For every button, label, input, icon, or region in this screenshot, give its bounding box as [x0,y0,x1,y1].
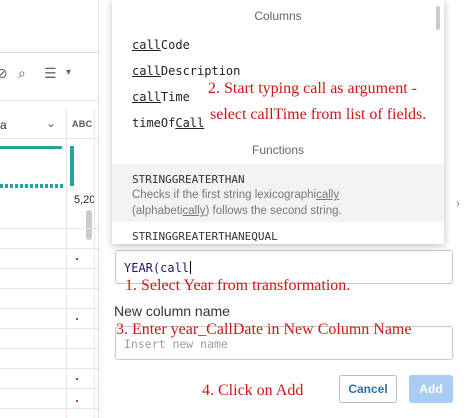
match-highlight: cally [182,205,206,217]
grid-row-line [0,388,100,389]
match-highlight: call [132,90,161,104]
field-option-calldescription[interactable]: callDescription [132,64,240,78]
tune-icon[interactable]: ☰ [44,60,57,86]
field-name-prefix: timeOf [132,116,176,130]
expression-text: YEAR(call [124,261,190,275]
annotation-step2-line2: select callTime from list of fields. [210,106,427,123]
chevron-down-icon[interactable]: ▾ [66,60,71,86]
grid-divider [0,100,100,101]
annotation-step1: 1. Select Year from transformation. [125,277,351,294]
field-name-rest: Code [160,38,190,52]
new-column-name-placeholder: Insert new name [124,337,228,351]
column-quality-bar [70,146,74,186]
expression-text-wrap: YEAR(call [124,261,192,275]
column-histogram [0,184,64,188]
match-highlight: call [132,38,161,52]
grid-row-line [0,308,100,309]
new-column-name-label: New column name [114,303,230,319]
function-description: Checks if the first string lexicographic… [132,187,432,219]
description-text: ) follows the second string. [205,205,342,217]
description-text: (alphabeti [132,205,183,217]
chevron-right-icon: › [456,196,460,210]
grid-column-divider [94,108,95,418]
description-text: Checks if the first string lexicographi [132,189,317,201]
annotation-step2-line1: 2. Start typing call as argument - [208,80,417,97]
cell-marker [76,400,78,402]
field-name-rest: Description [160,64,241,78]
grid-column-divider [66,108,67,418]
field-option-calltime[interactable]: callTime [132,90,190,104]
match-highlight: cally [316,189,340,201]
column-quality-bar [0,146,62,149]
cell-marker [76,378,78,380]
columns-section-heading: Columns [254,9,302,23]
grid-row-line [0,408,100,409]
function-name: STRINGGREATERTHAN [132,173,245,186]
field-option-timeofcall[interactable]: timeOfCall [132,116,204,130]
eye-off-icon[interactable]: ⊘ [0,60,8,86]
cancel-button[interactable]: Cancel [339,375,397,403]
field-name-rest: Time [160,90,190,104]
column-header[interactable]: a ⌄ ABC [0,112,100,139]
annotation-step4: 4. Click on Add [202,382,304,399]
person-search-icon[interactable]: ⌕ [18,60,26,86]
field-option-callcode[interactable]: callCode [132,38,190,52]
function-option-stringgreaterthan[interactable]: STRINGGREATERTHAN Checks if the first st… [112,164,444,222]
grid-row-line [0,368,100,369]
functions-section-heading: Functions [251,143,305,157]
annotation-step3: 3. Enter year_CallDate in New Column Nam… [116,321,412,338]
cell-marker [76,318,78,320]
grid-row-line [0,268,100,269]
match-highlight: Call [175,116,205,130]
grid-row-line [0,288,100,289]
match-highlight: call [132,64,161,78]
grid-row-line [0,228,100,229]
string-type-badge: ABC [72,119,93,129]
grid-scrollbar[interactable] [86,210,92,240]
text-caret [190,261,192,274]
grid-cell-value: 5,20 [74,194,96,206]
function-option-stringgreaterthanequal[interactable]: STRINGGREATERTHANEQUAL [132,230,278,243]
cell-marker [76,258,78,260]
popup-scrollbar[interactable] [436,6,440,30]
grid-row-line [0,348,100,349]
toolbar-divider [0,52,100,53]
grid-row-line [0,248,100,249]
grid-toolbar: ⊘ ⌕ ☰ ▾ [0,60,100,86]
add-button[interactable]: Add [409,375,453,403]
column-header-label: a [0,118,7,132]
column-menu-chevron-icon[interactable]: ⌄ [46,116,56,130]
data-grid-background: ⊘ ⌕ ☰ ▾ a ⌄ ABC 5,20 [0,0,100,418]
grid-row-line [0,328,100,329]
